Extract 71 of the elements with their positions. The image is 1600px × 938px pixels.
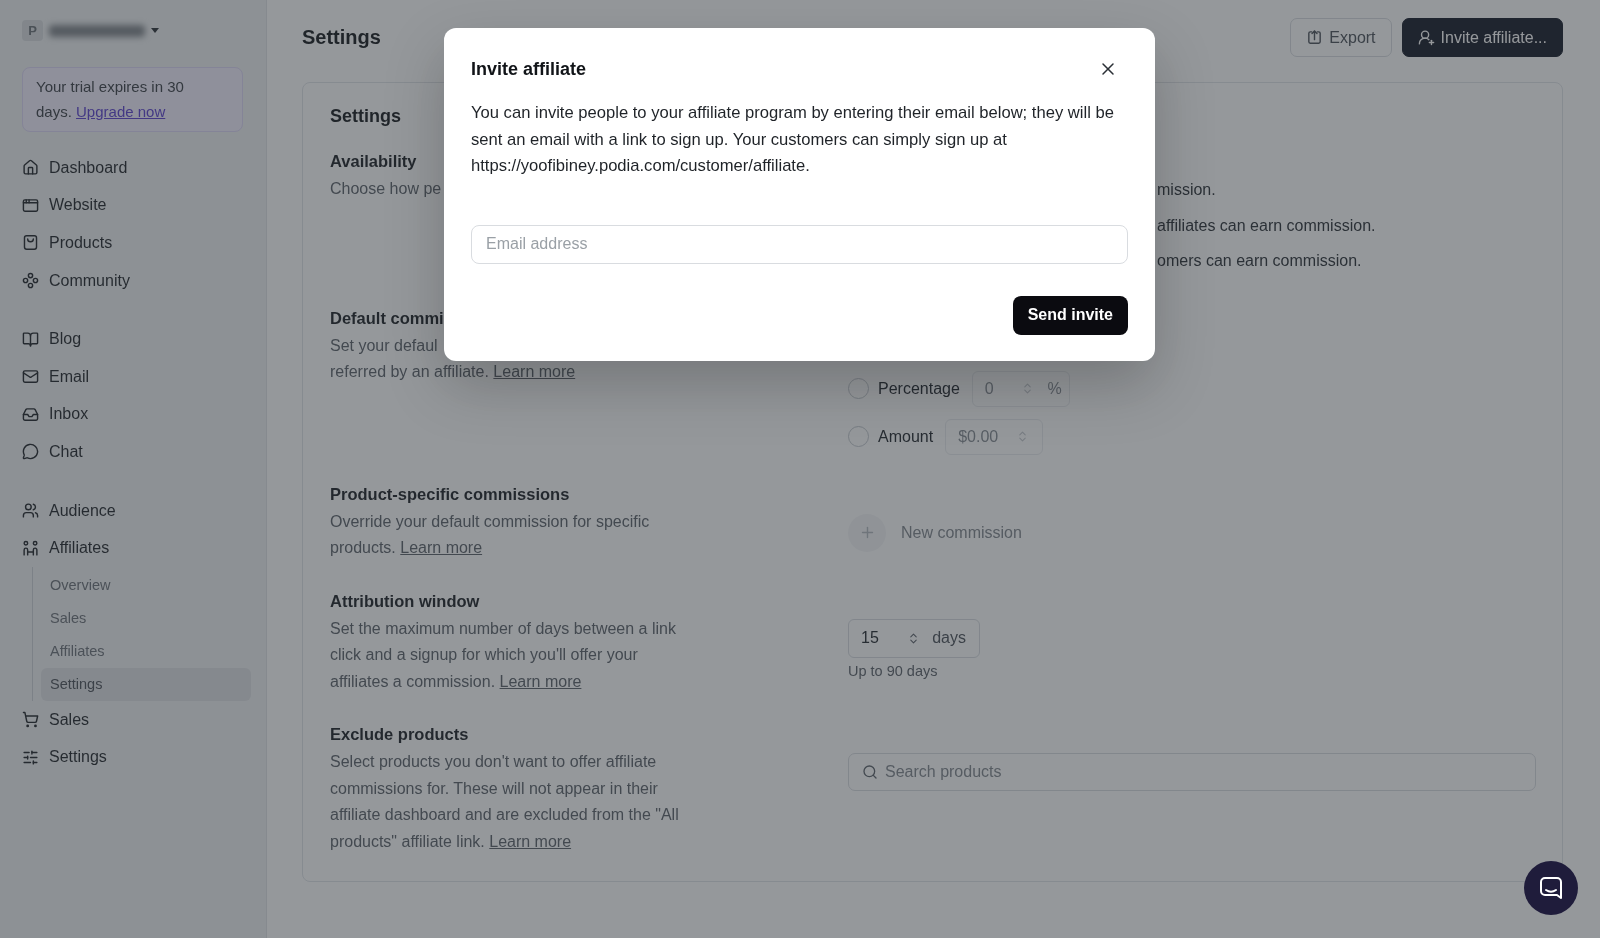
cart-icon: [22, 711, 39, 729]
nav-item[interactable]: Chat: [22, 433, 242, 471]
caret-icon[interactable]: [151, 28, 159, 33]
nav-item[interactable]: Blog: [22, 320, 242, 358]
email-field[interactable]: Email address: [471, 224, 1128, 264]
option-label: affiliates can earn commission.: [1157, 215, 1376, 236]
add-user-icon: [1417, 29, 1435, 46]
envelope-icon: [22, 368, 39, 386]
option-label: omers can earn commission.: [1157, 251, 1362, 271]
nav-item[interactable]: Sales: [22, 700, 242, 739]
radio-button[interactable]: [848, 426, 869, 447]
book-icon: [22, 330, 39, 348]
section-description: Select products you don't want to offer affiliate commissions for. These will not appear in their affiliate dashboard and are excluded from the "All products" affiliate link. Learn more: [330, 752, 680, 852]
section-heading: Product-specific commissions: [330, 483, 570, 505]
search-field[interactable]: Search products: [848, 753, 1536, 791]
people-icon: [22, 502, 39, 520]
section-description: referred by an affiliate. Learn more: [330, 362, 576, 382]
page-title: Settings: [302, 26, 381, 49]
nav-item[interactable]: Affiliates: [22, 529, 242, 567]
search-icon: [862, 764, 878, 780]
connected-nodes-icon: [22, 539, 39, 557]
export-button[interactable]: Export: [1290, 18, 1392, 57]
nav-item[interactable]: Inbox: [22, 395, 242, 434]
section-description: Set your defaul: [330, 335, 438, 356]
nav-item[interactable]: Website: [22, 186, 242, 225]
bag-icon: [22, 234, 39, 252]
learn-more-link[interactable]: Learn more: [400, 539, 483, 556]
nav-item[interactable]: Dashboard: [22, 149, 242, 187]
nav-subitem[interactable]: Settings: [41, 667, 251, 701]
dialog-text: You can invite people to your affiliate program by entering their email below; they will be sent an email with a link to sign up. Your customers can simply sign up at https://yoofibiney.podia.com/customer/affiliate.: [471, 102, 1115, 177]
unit-label: days: [932, 629, 966, 647]
export-icon: [1306, 29, 1324, 46]
nav-subitem[interactable]: Overview: [41, 568, 251, 602]
trial-notice-text: Your trial expires in 30 days. Upgrade now: [36, 77, 185, 122]
section-description: Set the maximum number of days between a link click and a signup for which you'll offer your affiliates a commission. Learn more: [330, 618, 677, 692]
section-heading: Attribution window: [330, 590, 480, 612]
send-invite-button[interactable]: Send invite: [1012, 295, 1128, 335]
dialog-title: Invite affiliate: [471, 58, 587, 81]
nav-item[interactable]: Email: [22, 357, 242, 396]
unit-label: %: [1047, 379, 1062, 398]
plus-icon: [848, 513, 886, 552]
radio-button[interactable]: [848, 378, 869, 399]
chat-icon: [1539, 876, 1563, 900]
card-title: Settings: [330, 105, 401, 128]
circles-icon: [22, 272, 39, 290]
section-description: Override your default commission for specific products. Learn more: [330, 511, 651, 558]
learn-more-link[interactable]: Learn more: [493, 363, 576, 380]
browser-window-icon: [22, 196, 39, 214]
nav-item[interactable]: Audience: [22, 491, 242, 530]
section-heading: Availability: [330, 151, 417, 172]
nav-item[interactable]: Settings: [22, 738, 242, 777]
option-label: mission.: [1157, 180, 1216, 200]
field-hint: Up to 90 days: [848, 662, 938, 679]
section-description: Choose how pe: [330, 179, 442, 199]
radio-label: Percentage: [878, 379, 960, 398]
radio-label: Amount: [878, 427, 934, 446]
nav-item[interactable]: Community: [22, 261, 242, 300]
nav-item[interactable]: Products: [22, 224, 242, 262]
inbox-icon: [22, 405, 39, 423]
section-heading: Default commi: [330, 307, 444, 329]
nav-subitem[interactable]: Affiliates: [41, 634, 251, 668]
invite-button[interactable]: Invite affiliate...: [1401, 18, 1563, 57]
upgrade-link[interactable]: Upgrade now: [76, 102, 166, 120]
learn-more-link[interactable]: Learn more: [489, 832, 572, 850]
house-icon: [22, 159, 39, 177]
chat-launcher-button[interactable]: [1524, 861, 1578, 915]
learn-more-link[interactable]: Learn more: [499, 672, 582, 690]
speech-bubble-icon: [22, 443, 39, 461]
sliders-icon: [22, 748, 39, 766]
section-heading: Exclude products: [330, 724, 469, 745]
nav-subitem[interactable]: Sales: [41, 601, 251, 635]
